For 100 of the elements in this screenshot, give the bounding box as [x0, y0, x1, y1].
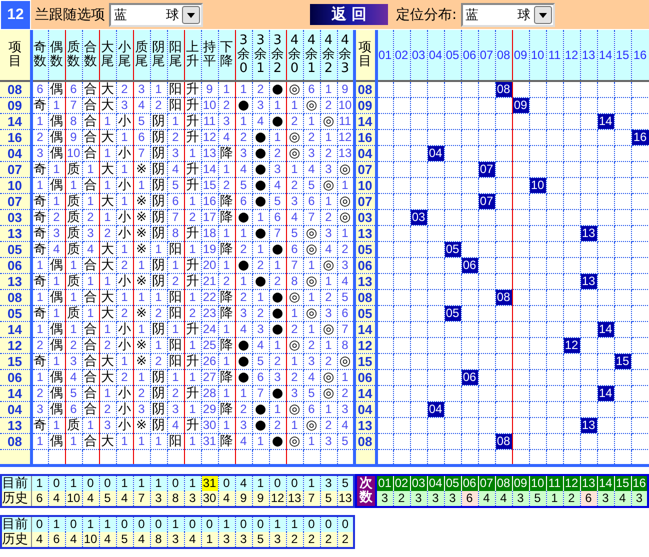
count-cell: 2 [337, 242, 354, 258]
hit-mark: 升 [184, 322, 201, 338]
stat-value: 13 [286, 491, 303, 507]
hit-mark: 大 [99, 290, 116, 306]
hit-mark: 偶 [48, 81, 65, 98]
count-cell: 1 [286, 162, 303, 178]
stat-value: 31 [201, 475, 218, 491]
hit-mark: 大 [99, 130, 116, 146]
hit-mark: 小 [116, 210, 133, 226]
hit-mark: ● [235, 338, 252, 354]
number-header: 10 [529, 30, 546, 81]
hit-mark: 小 [116, 338, 133, 354]
hit-mark: 合 [82, 402, 99, 418]
count-cell: 1 [320, 338, 337, 354]
number-header: 15 [614, 475, 631, 491]
count-cell: 24 [201, 322, 218, 338]
count-cell: 16 [201, 194, 218, 210]
count-cell: 12 [337, 130, 354, 146]
item-number: 14 [0, 322, 31, 338]
count-cell: 2 [252, 258, 269, 274]
count-cell: 3 [235, 418, 252, 434]
hit-mark: 阳 [167, 306, 184, 322]
count-cell: 1 [269, 258, 286, 274]
count-value: 3 [376, 491, 393, 507]
column-header: 质尾 [133, 30, 150, 81]
count-cell: 8 [65, 114, 82, 130]
count-value: 6 [580, 491, 597, 507]
count-cell: 5 [286, 226, 303, 242]
count-cell: 7 [65, 98, 82, 114]
stat-value: 1 [286, 516, 303, 532]
ball-dropdown[interactable]: 蓝 球 [460, 2, 555, 26]
count-cell: 1 [286, 354, 303, 370]
count-cell: 6 [286, 242, 303, 258]
count-value: 1 [546, 491, 563, 507]
count-cell: 9 [337, 81, 354, 98]
item-number: 04 [0, 402, 31, 418]
count-cell: 3 [218, 114, 235, 130]
count-cell: 4 [337, 418, 354, 434]
hit-mark: 阴 [150, 162, 167, 178]
hit-mark: ※ [133, 338, 150, 354]
count-cell: 10 [201, 98, 218, 114]
hit-mark: ◎ [337, 194, 354, 210]
hit-mark: 阴 [150, 274, 167, 290]
count-cell: 5 [337, 434, 354, 450]
column-header: 上升 [184, 30, 201, 81]
hit-mark: 质 [65, 242, 82, 258]
stat-value: 5 [337, 475, 354, 491]
count-cell: 2 [48, 210, 65, 226]
hit-mark: ◎ [303, 98, 320, 114]
number-header: 05 [444, 30, 461, 81]
item-number: 09 [0, 98, 31, 114]
hit-mark: 大 [99, 306, 116, 322]
hit-mark: 偶 [48, 434, 65, 450]
count-cell: 1 [150, 81, 167, 98]
count-cell: 3 [235, 306, 252, 322]
count-cell: 2 [320, 418, 337, 434]
back-button[interactable]: 返 回 [310, 4, 388, 25]
hit-mark: ◎ [337, 210, 354, 226]
hit-mark: 降 [218, 194, 235, 210]
stat-value: 7 [133, 491, 150, 507]
hit-mark: ● [235, 258, 252, 274]
hit-mark: ● [252, 194, 269, 210]
count-cell: 8 [286, 274, 303, 290]
stat-value: 5 [99, 491, 116, 507]
count-cell: 21 [201, 274, 218, 290]
hit-mark: ◎ [286, 146, 303, 162]
count-cell: 1 [48, 306, 65, 322]
hit-mark: 偶 [48, 386, 65, 402]
stat-value: 0 [133, 516, 150, 532]
count-cell: 2 [337, 386, 354, 402]
hit-mark: 小 [116, 146, 133, 162]
caret-icon [534, 6, 552, 24]
count-cell: 3 [235, 146, 252, 162]
count-cell: 2 [150, 354, 167, 370]
count-cell: 1 [167, 322, 184, 338]
count-cell: 7 [133, 146, 150, 162]
stat-value: 1 [48, 516, 65, 532]
count-cell: 4 [252, 338, 269, 354]
ball-dropdown[interactable]: 蓝 球 [109, 2, 203, 26]
count-cell: 11 [201, 114, 218, 130]
count-cell: 6 [167, 194, 184, 210]
hit-mark: ● [269, 242, 286, 258]
stat-value: 0 [31, 516, 48, 532]
hit-mark: 大 [99, 434, 116, 450]
count-cell: 1 [218, 386, 235, 402]
column-header: 4余3 [337, 30, 354, 81]
count-cell: 3 [48, 226, 65, 242]
count-cell: 1 [184, 194, 201, 210]
count-cell: 1 [303, 258, 320, 274]
count-cell: 1 [82, 418, 99, 434]
count-cell: 1 [320, 194, 337, 210]
stat-value: 4 [116, 491, 133, 507]
count-cell: 1 [167, 258, 184, 274]
stat-value: 1 [99, 516, 116, 532]
count-cell: 1 [82, 274, 99, 290]
hit-mark: 大 [99, 354, 116, 370]
hit-mark: ◎ [286, 130, 303, 146]
hit-mark: 大 [99, 98, 116, 114]
count-cell: 1 [184, 402, 201, 418]
row-label: 目前 [1, 516, 31, 532]
